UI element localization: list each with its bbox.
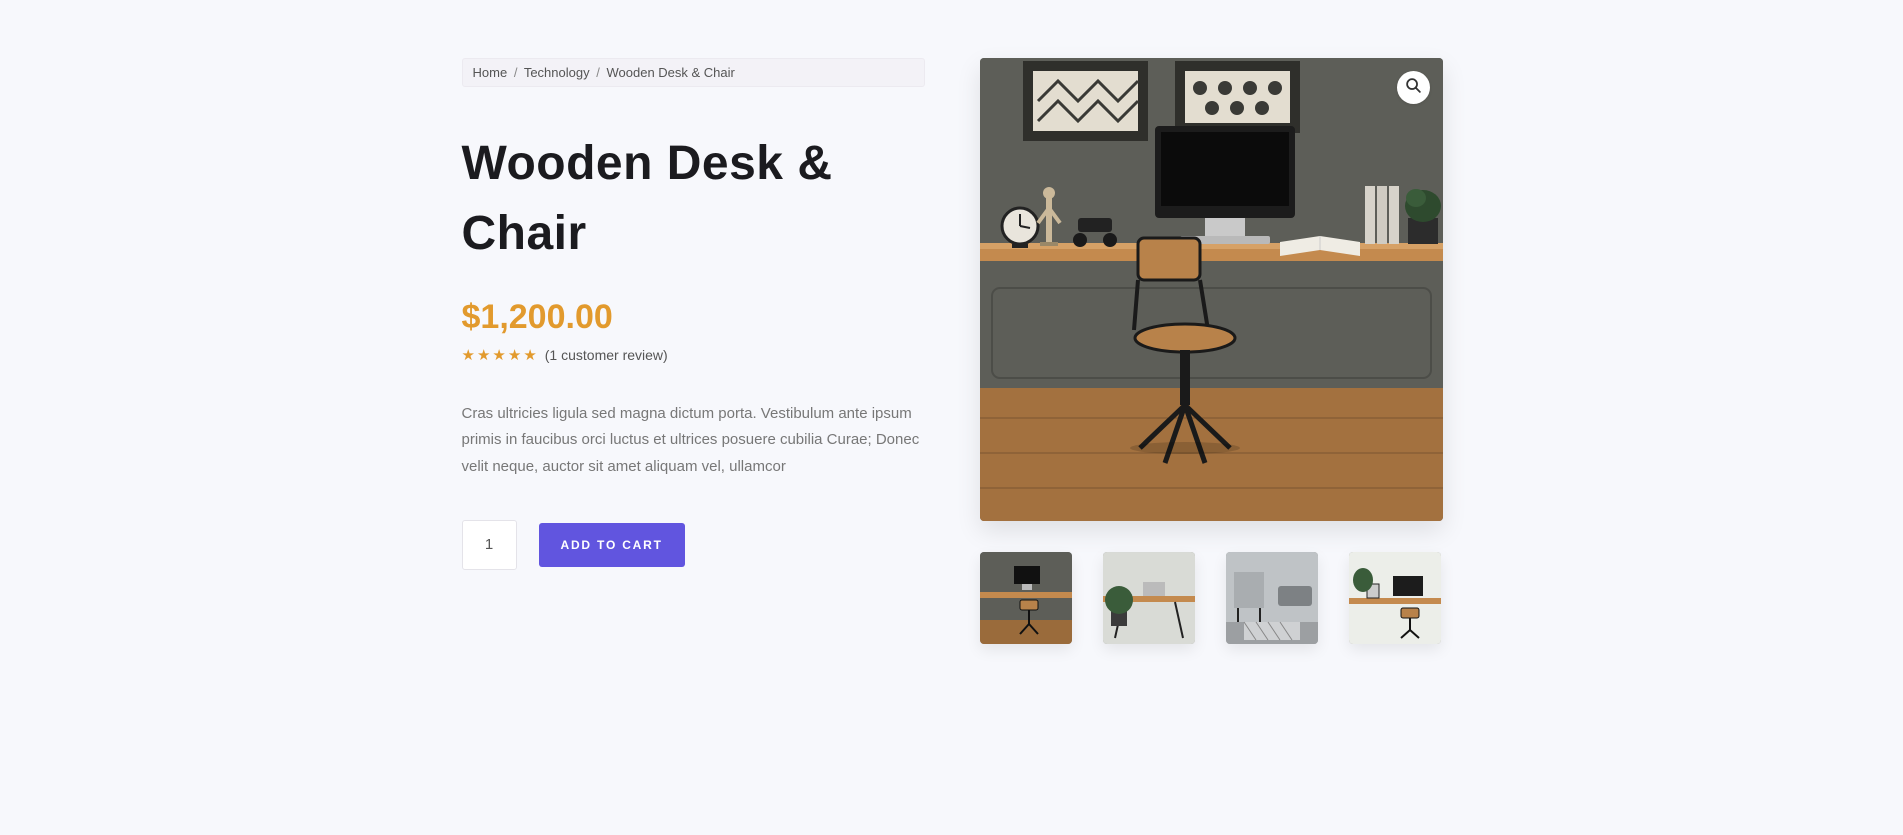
product-description: Cras ultricies ligula sed magna dictum p… xyxy=(462,401,925,480)
breadcrumb-current: Wooden Desk & Chair xyxy=(606,65,734,80)
breadcrumb-home[interactable]: Home xyxy=(473,65,508,80)
breadcrumb-sep: / xyxy=(596,65,600,80)
star-icon: ★ xyxy=(492,348,505,363)
quantity-input[interactable] xyxy=(462,520,517,570)
thumbnail-row xyxy=(980,552,1443,644)
star-icon: ★ xyxy=(462,348,475,363)
product-main-image[interactable] xyxy=(980,58,1443,521)
reviews-link[interactable]: (1 customer review) xyxy=(545,347,668,363)
star-icon: ★ xyxy=(477,348,490,363)
thumbnail-2[interactable] xyxy=(1103,552,1195,644)
product-price: $1,200.00 xyxy=(462,298,925,337)
breadcrumb: Home / Technology / Wooden Desk & Chair xyxy=(462,58,925,87)
star-icon: ★ xyxy=(523,348,536,363)
rating-row: ★ ★ ★ ★ ★ (1 customer review) xyxy=(462,347,925,363)
product-scene-illustration xyxy=(980,58,1443,521)
thumbnail-3[interactable] xyxy=(1226,552,1318,644)
breadcrumb-category[interactable]: Technology xyxy=(524,65,590,80)
breadcrumb-sep: / xyxy=(514,65,518,80)
search-icon xyxy=(1405,77,1422,99)
price-currency: $ xyxy=(462,298,481,336)
thumbnail-4[interactable] xyxy=(1349,552,1441,644)
star-rating: ★ ★ ★ ★ ★ xyxy=(462,348,537,363)
product-title: Wooden Desk & Chair xyxy=(462,129,925,268)
zoom-button[interactable] xyxy=(1397,71,1430,104)
add-to-cart-button[interactable]: ADD TO CART xyxy=(539,523,685,567)
star-icon: ★ xyxy=(508,348,521,363)
thumbnail-1[interactable] xyxy=(980,552,1072,644)
price-amount: 1,200.00 xyxy=(480,298,612,336)
cart-form: ADD TO CART xyxy=(462,520,925,570)
